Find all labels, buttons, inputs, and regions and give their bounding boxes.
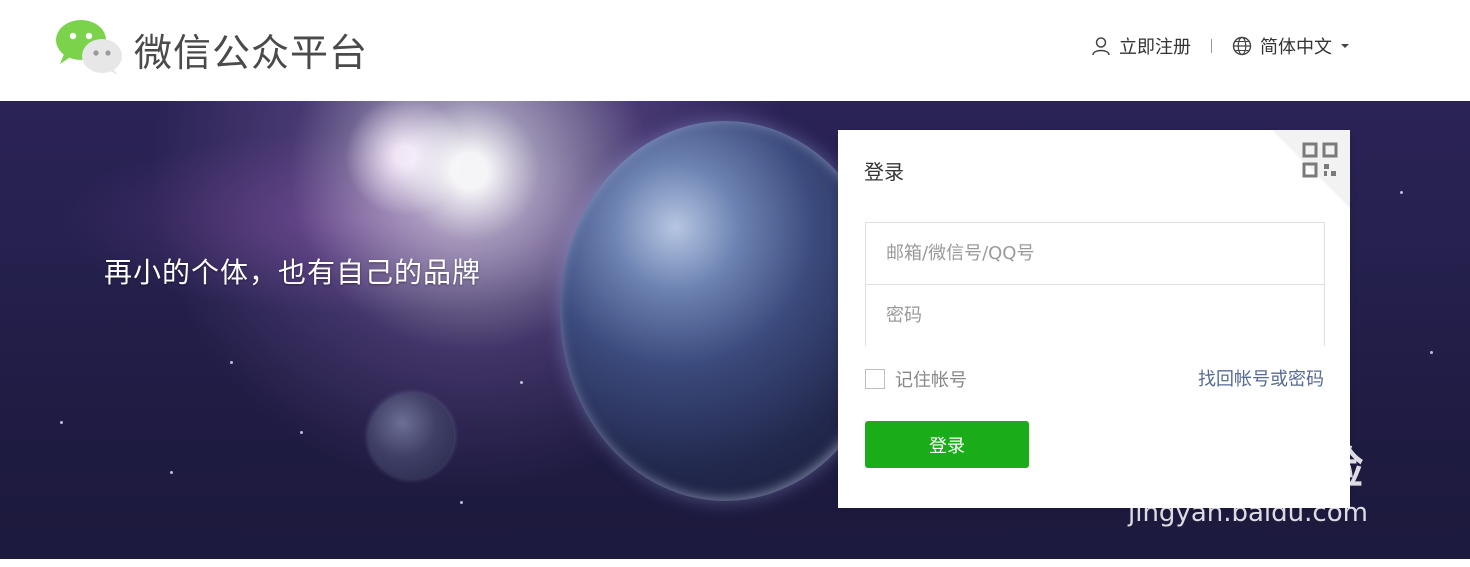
login-title: 登录 (864, 160, 904, 184)
top-header: 微信公众平台 立即注册 简体中文 (0, 0, 1470, 100)
globe-icon (1232, 36, 1252, 56)
user-icon (1092, 37, 1110, 56)
password-input[interactable] (866, 285, 1324, 346)
nav-divider (1211, 39, 1212, 53)
register-label: 立即注册 (1119, 37, 1191, 58)
header-nav: 立即注册 简体中文 (1091, 33, 1350, 59)
star (1430, 351, 1433, 354)
star (230, 361, 233, 364)
star (170, 471, 173, 474)
account-input[interactable] (866, 223, 1324, 284)
remember-account[interactable]: 记住帐号 (865, 366, 967, 392)
moon-illustration (368, 393, 454, 479)
star (60, 421, 63, 424)
watermark-line1: Baidu经验 (1128, 443, 1365, 494)
language-label: 简体中文 (1260, 37, 1332, 58)
star (300, 431, 303, 434)
credentials-form (865, 222, 1325, 346)
banner-slogan: 再小的个体，也有自己的品牌 (104, 256, 482, 289)
qrcode-icon[interactable] (1302, 142, 1338, 178)
remember-checkbox[interactable] (865, 369, 885, 389)
star (520, 381, 523, 384)
baidu-watermark: Baidu经验 jingyan.baidu.com (1128, 432, 1368, 528)
forgot-account-link[interactable]: 找回帐号或密码 (1198, 365, 1324, 391)
language-selector[interactable]: 简体中文 (1232, 33, 1350, 59)
register-link[interactable]: 立即注册 (1091, 33, 1191, 59)
watermark-line2: jingyan.baidu.com (1128, 498, 1368, 528)
remember-label: 记住帐号 (895, 370, 967, 391)
caret-down-icon (1341, 44, 1349, 48)
wechat-logo-icon (56, 20, 122, 75)
star (460, 501, 463, 504)
login-button[interactable]: 登录 (865, 421, 1029, 468)
brand-title: 微信公众平台 (134, 31, 369, 75)
star (1400, 191, 1403, 194)
